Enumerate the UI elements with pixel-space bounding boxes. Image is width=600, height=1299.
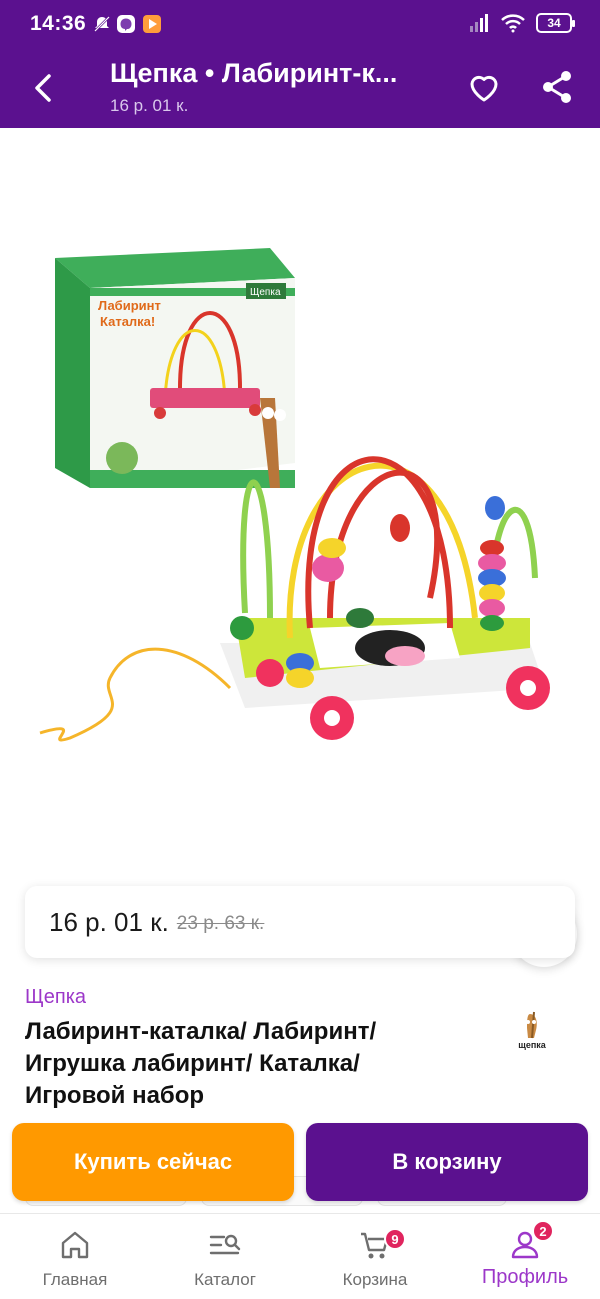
product-page: 14:36 34 Щепка • Лабиринт-к... 16 р. 01 … xyxy=(0,0,600,1299)
box-label-line2: Каталка! xyxy=(100,314,155,329)
price-card: 16 р. 01 к. 23 р. 63 к. xyxy=(25,886,575,958)
product-image[interactable]: Лабиринт Каталка! Щепка xyxy=(30,238,570,758)
price-old: 23 р. 63 к. xyxy=(176,913,265,934)
add-to-cart-button[interactable]: В корзину xyxy=(306,1123,588,1201)
catalog-search-icon xyxy=(209,1234,241,1255)
price-current: 16 р. 01 к. xyxy=(49,906,169,937)
back-arrow-icon[interactable] xyxy=(24,68,64,108)
product-title: Лабиринт-каталка/ Лабиринт/ Игрушка лаби… xyxy=(25,1018,377,1109)
nav-item-home[interactable]: Главная xyxy=(0,1214,150,1299)
cart-badge: 9 xyxy=(384,1228,406,1250)
favorite-heart-icon[interactable] xyxy=(464,67,504,107)
play-app-icon xyxy=(143,15,161,33)
muted-bell-icon xyxy=(94,16,110,32)
box-brand: Щепка xyxy=(250,287,281,298)
nav-item-cart[interactable]: 9 Корзина xyxy=(300,1214,450,1299)
battery-indicator: 34 xyxy=(536,13,575,33)
page-title: Щепка • Лабиринт-к... xyxy=(110,58,398,88)
nav-label-profile: Профиль xyxy=(481,1266,569,1288)
home-icon xyxy=(61,1231,89,1259)
viber-icon xyxy=(117,15,135,33)
brand-logo-text: щепка xyxy=(518,1040,546,1050)
nav-item-profile[interactable]: 2 Профиль xyxy=(450,1214,600,1299)
share-icon[interactable] xyxy=(537,67,577,107)
nav-item-catalog[interactable]: Каталог xyxy=(150,1214,300,1299)
status-time: 14:36 xyxy=(30,12,87,35)
box-label-line1: Лабиринт xyxy=(98,298,161,313)
page-subtitle-price: 16 р. 01 к. xyxy=(110,96,189,115)
signal-icon xyxy=(470,14,488,32)
status-bar: 14:36 34 xyxy=(0,0,600,48)
nav-label-catalog: Каталог xyxy=(194,1270,256,1289)
bottom-navigation: Главная Каталог 9 Корзина 2 Профиль xyxy=(0,1213,600,1299)
app-bar: Щепка • Лабиринт-к... 16 р. 01 к. xyxy=(0,48,600,128)
profile-badge: 2 xyxy=(532,1220,554,1242)
product-gallery[interactable]: Лабиринт Каталка! Щепка xyxy=(0,128,600,967)
nav-label-home: Главная xyxy=(42,1270,108,1289)
brand-link[interactable]: Щепка xyxy=(25,986,86,1009)
battery-level: 34 xyxy=(547,16,561,30)
wifi-icon xyxy=(501,14,525,33)
nav-label-cart: Корзина xyxy=(342,1270,408,1289)
status-right: 34 xyxy=(468,13,575,33)
buy-now-button[interactable]: Купить сейчас xyxy=(12,1123,294,1201)
